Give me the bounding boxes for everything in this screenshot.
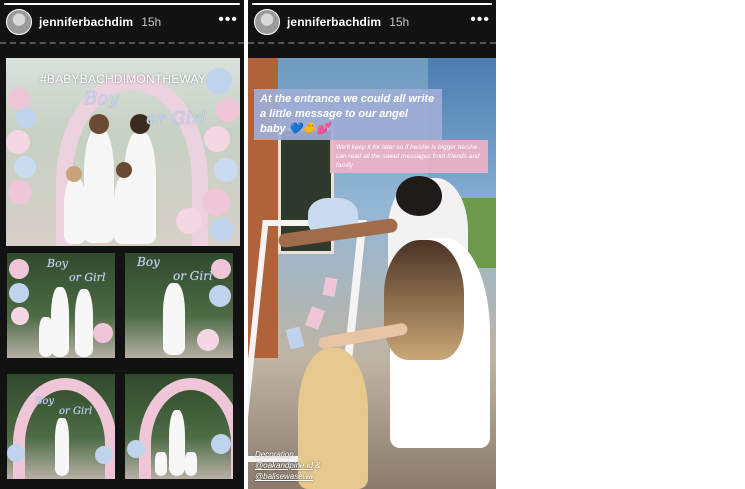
person-figure [84, 128, 114, 243]
main-photo: Boy or Girl [6, 58, 240, 246]
person-head [89, 114, 109, 134]
avatar[interactable] [6, 9, 32, 35]
note-sticker: We'll keep it for later so if he/she is … [330, 140, 488, 173]
mention-link[interactable]: @balisewasewa [255, 472, 313, 481]
person-figure [163, 283, 185, 355]
sign-or-girl: or Girl [173, 269, 213, 283]
balloon [209, 285, 231, 307]
person-figure [55, 418, 69, 476]
person-figure [51, 287, 69, 357]
child-figure [39, 317, 53, 357]
story-progress-bar [252, 3, 492, 5]
person-figure [75, 289, 93, 357]
story-header: jenniferbachdim 15h ••• [0, 6, 244, 38]
timestamp: 15h [141, 15, 162, 29]
balloon [93, 323, 113, 343]
balloon [95, 446, 113, 464]
sign-boy: Boy [84, 88, 119, 109]
sign-or-girl: or Girl [146, 108, 206, 129]
story-panel-1[interactable]: jenniferbachdim 15h ••• Boy or Girl #BAB… [0, 0, 244, 489]
balloon [206, 68, 232, 94]
balloon [14, 156, 36, 178]
caption-sticker: At the entrance we could all write a lit… [254, 89, 442, 140]
story-progress-bar [4, 3, 240, 5]
story-progress-fill [4, 3, 240, 5]
balloon [8, 180, 32, 204]
balloon [9, 259, 29, 279]
story-progress-fill [252, 3, 492, 5]
balloon [176, 208, 202, 234]
balloon [127, 440, 145, 458]
child-figure [114, 176, 136, 244]
timestamp: 15h [389, 15, 410, 29]
collage-photo-3: Boy or Girl [7, 374, 115, 479]
balloon [7, 444, 25, 462]
more-horizontal-icon[interactable]: ••• [470, 12, 490, 29]
mention-link[interactable]: @oakandpine.id [255, 461, 313, 470]
collage-photo-2: Boy or Girl [125, 253, 233, 358]
balloon [197, 329, 219, 351]
sign-boy: Boy [47, 257, 68, 270]
balloon [8, 88, 30, 110]
credit-text: Decoration @oakandpine.id & @balisewasew… [255, 449, 321, 482]
sign-boy: Boy [35, 396, 55, 407]
story-header: jenniferbachdim 15h ••• [248, 6, 496, 38]
person-head [396, 176, 442, 216]
credit-ampersand: & [315, 461, 321, 470]
child-figure [155, 452, 167, 476]
balloon [202, 188, 230, 216]
balloon [211, 259, 231, 279]
balloon [216, 98, 240, 122]
balloon [211, 434, 231, 454]
collage-photo-4 [125, 374, 233, 479]
balloon [204, 126, 230, 152]
hashtag-sticker[interactable]: #BABYBACHDIMONTHEWAY [40, 72, 206, 86]
more-horizontal-icon[interactable]: ••• [218, 12, 238, 29]
header-divider [248, 42, 496, 44]
child-head [116, 162, 132, 178]
balloon [9, 283, 29, 303]
avatar[interactable] [254, 9, 280, 35]
child-head [66, 166, 82, 182]
balloon [210, 218, 234, 242]
child-figure [185, 452, 197, 476]
sign-or-girl: or Girl [69, 271, 106, 284]
username[interactable]: jenniferbachdim [39, 15, 133, 29]
balloon [16, 108, 36, 128]
balloon [214, 158, 238, 182]
sign-or-girl: or Girl [59, 406, 93, 417]
person-hair [384, 240, 464, 360]
story-panel-2[interactable]: jenniferbachdim 15h ••• At the entrance … [248, 0, 496, 489]
collage-photo-1: Boy or Girl [7, 253, 115, 358]
header-divider [0, 42, 244, 44]
child-figure [64, 178, 86, 244]
credit-label: Decoration [255, 450, 294, 459]
balloon [11, 307, 29, 325]
username[interactable]: jenniferbachdim [287, 15, 381, 29]
sign-boy: Boy [137, 255, 160, 269]
balloon [6, 130, 30, 154]
person-figure [169, 410, 185, 476]
